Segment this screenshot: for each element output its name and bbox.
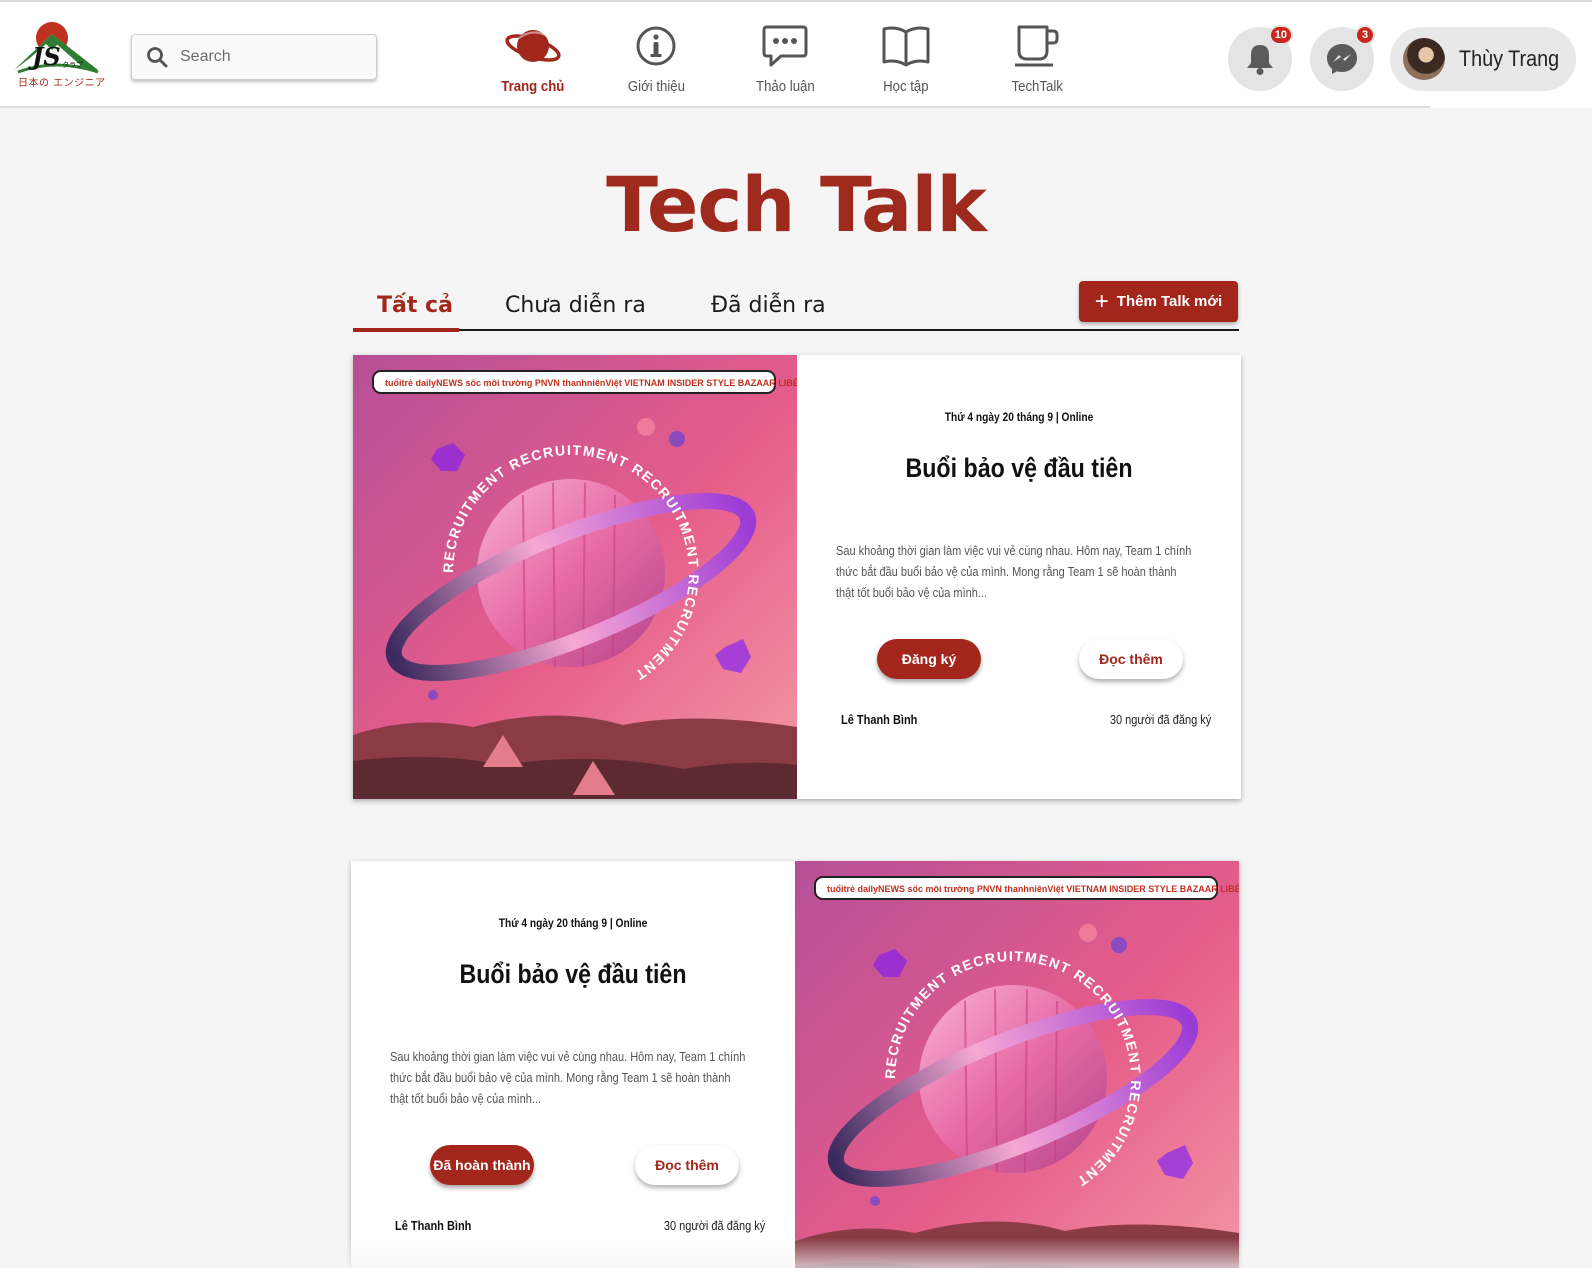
logo-subtext: クラブ <box>62 61 83 69</box>
tabs-divider <box>353 329 1239 331</box>
info-icon <box>634 20 678 72</box>
plus-icon: + <box>1094 287 1109 315</box>
nav-item-about[interactable]: Giới thiệu <box>601 20 711 95</box>
recruitment-planet-illustration: tuổitrẻ dailyNEWS sốc môi trường PNVN th… <box>353 355 797 799</box>
chat-bubble-icon <box>761 20 809 72</box>
nav-label-discussion: Thảo luận <box>755 78 815 95</box>
logo-tagline: 日本の エンジニア <box>18 78 106 89</box>
talk-banner-image[interactable]: tuổitrẻ dailyNEWS sốc môi trường PNVN th… <box>353 355 797 799</box>
nav-item-discussion[interactable]: Thảo luận <box>730 20 840 95</box>
press-logos-strip: tuổitrẻ dailyNEWS sốc môi trường PNVN th… <box>385 378 797 388</box>
talk-title[interactable]: Buổi bảo vệ đầu tiên <box>382 959 764 990</box>
recruitment-planet-illustration: tuổitrẻ dailyNEWS sốc môi trường PNVN th… <box>795 861 1239 1268</box>
nav-label-techtalk: TechTalk <box>1011 78 1063 95</box>
nav-label-home: Trang chủ <box>501 78 565 95</box>
read-more-button[interactable]: Đọc thêm <box>635 1145 739 1185</box>
talk-details: Thứ 4 ngày 20 tháng 9 | Online Buổi bảo … <box>351 861 795 1268</box>
tab-upcoming[interactable]: Chưa diễn ra <box>505 293 646 318</box>
coffee-cup-icon <box>1013 20 1061 72</box>
search-icon <box>147 47 168 68</box>
register-button[interactable]: Đăng ký <box>877 639 981 679</box>
nav-label-about: Giới thiệu <box>627 78 685 95</box>
talk-title[interactable]: Buổi bảo vệ đầu tiên <box>828 453 1210 484</box>
notification-count-badge: 10 <box>1268 25 1293 45</box>
talk-date: Thứ 4 ngày 20 tháng 9 | Online <box>944 410 1094 424</box>
add-talk-label: Thêm Talk mới <box>1116 293 1223 310</box>
registration-count: 30 người đã đăng ký <box>663 1219 765 1233</box>
message-count-badge: 3 <box>1355 25 1375 45</box>
registration-count: 30 người đã đăng ký <box>1109 713 1211 727</box>
talk-details: Thứ 4 ngày 20 tháng 9 | Online Buổi bảo … <box>797 355 1241 799</box>
tab-past[interactable]: Đã diễn ra <box>711 293 826 318</box>
nav-item-techtalk[interactable]: TechTalk <box>982 20 1092 95</box>
avatar <box>1403 38 1445 80</box>
completed-button[interactable]: Đã hoàn thành <box>430 1145 534 1185</box>
bell-icon <box>1247 45 1273 75</box>
top-navigation-bar: JS クラブ 日本の エンジニア Trang chủ <box>0 0 1592 108</box>
talk-date: Thứ 4 ngày 20 tháng 9 | Online <box>498 916 648 930</box>
talk-description: Sau khoảng thời gian làm việc vui vẻ cùn… <box>836 544 1192 600</box>
messages-button[interactable]: 3 <box>1310 25 1375 91</box>
page-title: Tech Talk <box>606 160 987 249</box>
planet-icon <box>503 20 563 72</box>
nav-item-home[interactable]: Trang chủ <box>478 20 588 95</box>
talk-speaker: Lê Thanh Bình <box>841 713 918 727</box>
notifications-button[interactable]: 10 <box>1228 25 1293 91</box>
nav-label-learning: Học tập <box>883 78 929 95</box>
book-icon <box>881 20 931 72</box>
talk-speaker: Lê Thanh Bình <box>395 1219 472 1233</box>
tab-all[interactable]: Tất cả <box>377 293 453 318</box>
talk-card: tuổitrẻ dailyNEWS sốc môi trường PNVN th… <box>353 355 1241 799</box>
active-tab-indicator <box>353 328 459 332</box>
header-divider <box>0 106 1430 108</box>
user-name: Thùy Trang <box>1459 46 1560 71</box>
add-talk-button[interactable]: + Thêm Talk mới <box>1079 281 1238 322</box>
user-profile-button[interactable]: Thùy Trang <box>1390 27 1576 91</box>
logo-text: JS <box>32 42 61 71</box>
nav-item-learning[interactable]: Học tập <box>851 20 961 95</box>
talk-banner-image[interactable]: tuổitrẻ dailyNEWS sốc môi trường PNVN th… <box>795 861 1239 1268</box>
talk-card: Thứ 4 ngày 20 tháng 9 | Online Buổi bảo … <box>351 861 1239 1268</box>
press-logos-strip: tuổitrẻ dailyNEWS sốc môi trường PNVN th… <box>827 884 1239 894</box>
search-box[interactable] <box>131 34 377 80</box>
messenger-icon <box>1327 44 1357 74</box>
search-input[interactable] <box>180 48 360 66</box>
talk-description: Sau khoảng thời gian làm việc vui vẻ cùn… <box>390 1050 746 1106</box>
read-more-button[interactable]: Đọc thêm <box>1079 639 1183 679</box>
